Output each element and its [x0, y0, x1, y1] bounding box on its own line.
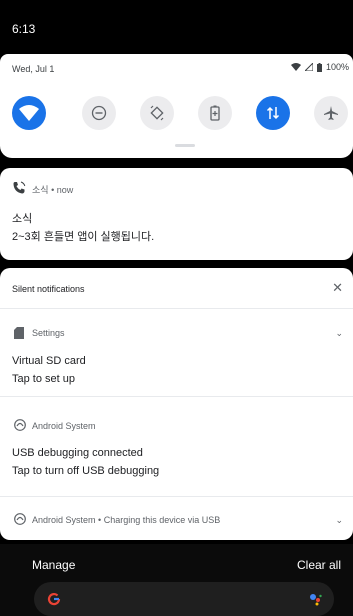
status-time: 6:13: [12, 22, 36, 36]
charging-header: Android System • Charging this device vi…: [32, 515, 221, 525]
battery-icon: [316, 62, 322, 72]
dnd-icon: [91, 105, 107, 121]
usb-debugging-notification[interactable]: Android System USB debugging connected T…: [0, 397, 353, 493]
qs-tile-battery-saver[interactable]: [198, 96, 232, 130]
quick-tiles-row: [12, 96, 352, 136]
qs-tile-auto-rotate[interactable]: [140, 96, 174, 130]
cell-signal-icon: [304, 63, 313, 71]
status-bar: 6:13: [0, 0, 353, 40]
quick-settings-panel: Wed, Jul 1 100%: [0, 54, 353, 158]
settings-notification[interactable]: Settings ⌄ Virtual SD card Tap to set up: [0, 309, 353, 393]
wifi-icon: [19, 105, 39, 121]
google-g-icon: [47, 592, 61, 606]
close-icon[interactable]: ✕: [332, 280, 343, 296]
settings-title: Virtual SD card: [12, 355, 86, 367]
notification-header: 소식 • now: [32, 185, 74, 195]
notification-card[interactable]: 소식 • now 소식 2~3회 흔들면 앱이 실행됩니다.: [0, 168, 353, 260]
manage-button[interactable]: Manage: [32, 558, 75, 572]
usb-title: USB debugging connected: [12, 447, 143, 459]
usb-body: Tap to turn off USB debugging: [12, 465, 160, 477]
qs-drag-handle[interactable]: [175, 144, 195, 147]
airplane-icon: [324, 106, 338, 120]
settings-body: Tap to set up: [12, 373, 75, 385]
notification-time: now: [56, 185, 74, 195]
phone-icon: [13, 181, 26, 194]
notification-title: 소식: [12, 213, 33, 225]
qs-tile-mobile-data[interactable]: [256, 96, 290, 130]
charging-summary: Charging this device via USB: [103, 515, 221, 525]
charging-notification[interactable]: Android System • Charging this device vi…: [0, 497, 353, 537]
shade-footer: Manage Clear all: [0, 544, 353, 616]
chevron-down-icon[interactable]: ⌄: [335, 515, 343, 526]
usb-app-name: Android System: [32, 421, 96, 431]
notification-app-name: 소식: [32, 185, 49, 195]
google-assistant-icon: [310, 594, 322, 606]
android-system-icon: [14, 419, 26, 431]
settings-app-name: Settings: [32, 328, 65, 338]
sd-card-icon: [14, 327, 24, 339]
android-system-icon: [14, 513, 26, 525]
silent-notifications-card: Silent notifications ✕ Settings ⌄ Virtua…: [0, 268, 353, 540]
qs-tile-airplane[interactable]: [314, 96, 348, 130]
qs-tile-dnd[interactable]: [82, 96, 116, 130]
silent-header: Silent notifications: [12, 284, 85, 294]
qs-tile-wifi[interactable]: [12, 96, 46, 130]
wifi-signal-icon: [290, 63, 301, 71]
notification-body: 2~3회 흔들면 앱이 실행됩니다.: [12, 231, 155, 243]
data-arrows-icon: [266, 106, 280, 120]
chevron-down-icon[interactable]: ⌄: [335, 328, 343, 339]
qs-date: Wed, Jul 1: [12, 64, 55, 74]
search-bar[interactable]: [34, 582, 334, 616]
battery-saver-icon: [210, 105, 220, 121]
charging-app-name: Android System: [32, 515, 96, 525]
battery-percent: 100%: [325, 62, 349, 72]
clear-all-button[interactable]: Clear all: [297, 558, 341, 572]
system-indicators: 100%: [290, 62, 349, 72]
auto-rotate-icon: [150, 105, 164, 121]
